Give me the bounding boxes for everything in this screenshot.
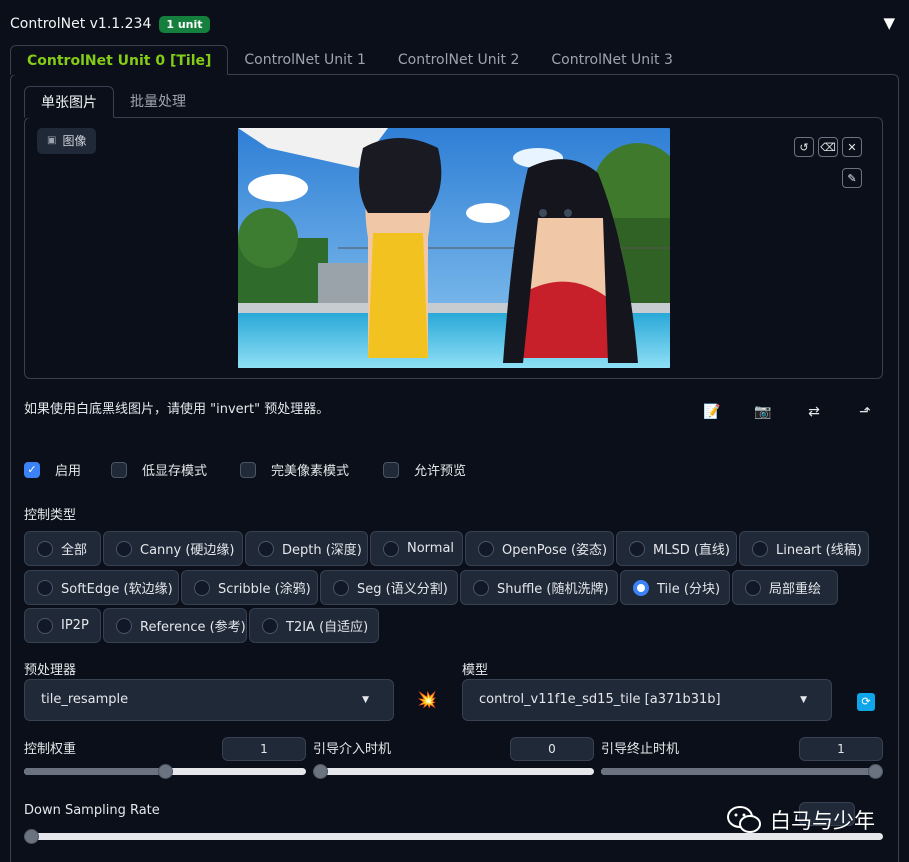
controlnet-header[interactable]: ControlNet v1.1.234 1 unit ▼ xyxy=(10,12,897,36)
eraser-icon[interactable]: ⌫ xyxy=(818,137,838,157)
uploaded-image xyxy=(238,128,670,368)
end-input[interactable]: 1 xyxy=(799,737,883,761)
tab-batch[interactable]: 批量处理 xyxy=(114,86,202,118)
brush-icon[interactable]: ✎ xyxy=(842,168,862,188)
app-title: ControlNet v1.1.234 xyxy=(10,16,152,32)
image-label: ▣ 图像 xyxy=(37,128,97,154)
chevron-down-icon: ▼ xyxy=(362,695,369,705)
watermark-text: 白马与少年 xyxy=(770,809,875,833)
allow-preview-checkbox[interactable]: 允许预览 xyxy=(383,460,466,479)
control-type-row-2: SoftEdge (软边缘) Scribble (涂鸦) Seg (语义分割) … xyxy=(24,570,838,605)
model-label: 模型 xyxy=(462,663,489,678)
control-type-row-3: IP2P Reference (参考) T2IA (自适应) xyxy=(24,608,379,643)
radio-inpaint[interactable]: 局部重绘 xyxy=(732,570,838,605)
radio-scribble[interactable]: Scribble (涂鸦) xyxy=(181,570,318,605)
image-upload-area[interactable]: ▣ 图像 ↺ ⌫ ✕ ✎ xyxy=(24,117,883,379)
radio-ip2p[interactable]: IP2P xyxy=(24,608,101,643)
radio-depth[interactable]: Depth (深度) xyxy=(245,531,368,566)
preprocessor-label: 预处理器 xyxy=(24,663,77,678)
send-icon[interactable]: ⬏ xyxy=(854,404,876,420)
undo-icon[interactable]: ↺ xyxy=(794,137,814,157)
radio-normal[interactable]: Normal xyxy=(370,531,463,566)
tab-single-image[interactable]: 单张图片 xyxy=(24,86,114,118)
radio-seg[interactable]: Seg (语义分割) xyxy=(320,570,458,605)
unit-count-badge: 1 unit xyxy=(159,15,210,33)
swap-icon[interactable]: ⇄ xyxy=(803,404,825,420)
enable-checkbox[interactable]: ✓ 启用 xyxy=(24,460,111,479)
refresh-models-icon[interactable]: ⟳ xyxy=(857,693,875,711)
radio-shuffle[interactable]: Shuffle (随机洗牌) xyxy=(460,570,618,605)
radio-softedge[interactable]: SoftEdge (软边缘) xyxy=(24,570,179,605)
control-type-label: 控制类型 xyxy=(24,508,77,523)
radio-tile[interactable]: Tile (分块) xyxy=(620,570,730,605)
watermark: 白马与少年 xyxy=(726,805,875,835)
preprocessor-select[interactable]: tile_resample ▼ xyxy=(24,679,394,721)
anime-pool-illustration xyxy=(238,128,670,368)
camera-icon[interactable]: 📷 xyxy=(752,404,774,420)
radio-reference[interactable]: Reference (参考) xyxy=(103,608,247,643)
weight-slider[interactable] xyxy=(24,764,306,779)
radio-mlsd[interactable]: MLSD (直线) xyxy=(616,531,737,566)
tab-unit-1[interactable]: ControlNet Unit 1 xyxy=(228,45,382,75)
start-slider[interactable] xyxy=(313,764,594,779)
start-slider-thumb[interactable] xyxy=(313,764,328,779)
start-input[interactable]: 0 xyxy=(510,737,594,761)
radio-all[interactable]: 全部 xyxy=(24,531,101,566)
wechat-icon xyxy=(727,806,761,833)
low-vram-checkbox[interactable]: 低显存模式 xyxy=(111,460,240,479)
radio-lineart[interactable]: Lineart (线稿) xyxy=(739,531,869,566)
down-sampling-slider-thumb[interactable] xyxy=(24,829,39,844)
weight-input[interactable]: 1 xyxy=(222,737,306,761)
pixel-perfect-checkbox[interactable]: 完美像素模式 xyxy=(240,460,383,479)
image-icon: ▣ xyxy=(47,135,57,146)
end-label: 引导终止时机 xyxy=(601,742,680,757)
down-sampling-label: Down Sampling Rate xyxy=(24,803,160,818)
end-slider-thumb[interactable] xyxy=(868,764,883,779)
radio-t2ia[interactable]: T2IA (自适应) xyxy=(249,608,379,643)
notepad-icon[interactable]: 📝 xyxy=(701,404,723,420)
image-label-text: 图像 xyxy=(62,134,87,148)
model-select[interactable]: control_v11f1e_sd15_tile [a371b31b] ▼ xyxy=(462,679,832,721)
control-type-row-1: 全部 Canny (硬边缘) Depth (深度) Normal OpenPos… xyxy=(24,531,869,566)
tab-unit-0[interactable]: ControlNet Unit 0 [Tile] xyxy=(10,45,229,75)
weight-slider-thumb[interactable] xyxy=(158,764,173,779)
option-checkboxes: ✓ 启用 低显存模式 完美像素模式 允许预览 xyxy=(24,460,466,479)
radio-openpose[interactable]: OpenPose (姿态) xyxy=(465,531,614,566)
check-icon: ✓ xyxy=(24,461,40,478)
weight-label: 控制权重 xyxy=(24,742,77,757)
image-tabs: 单张图片 批量处理 xyxy=(24,86,202,118)
tab-unit-3[interactable]: ControlNet Unit 3 xyxy=(535,45,689,75)
close-icon[interactable]: ✕ xyxy=(842,137,862,157)
end-slider[interactable] xyxy=(601,764,883,779)
start-label: 引导介入时机 xyxy=(313,742,392,757)
radio-canny[interactable]: Canny (硬边缘) xyxy=(103,531,243,566)
triangle-down-icon[interactable]: ▼ xyxy=(883,14,895,32)
chevron-down-icon: ▼ xyxy=(800,695,807,705)
invert-hint: 如果使用白底黑线图片，请使用 "invert" 预处理器。 xyxy=(24,402,330,417)
unit-tabs: ControlNet Unit 0 [Tile] ControlNet Unit… xyxy=(10,45,689,75)
tab-unit-2[interactable]: ControlNet Unit 2 xyxy=(382,45,536,75)
run-preprocessor-icon[interactable]: 💥 xyxy=(417,690,437,709)
